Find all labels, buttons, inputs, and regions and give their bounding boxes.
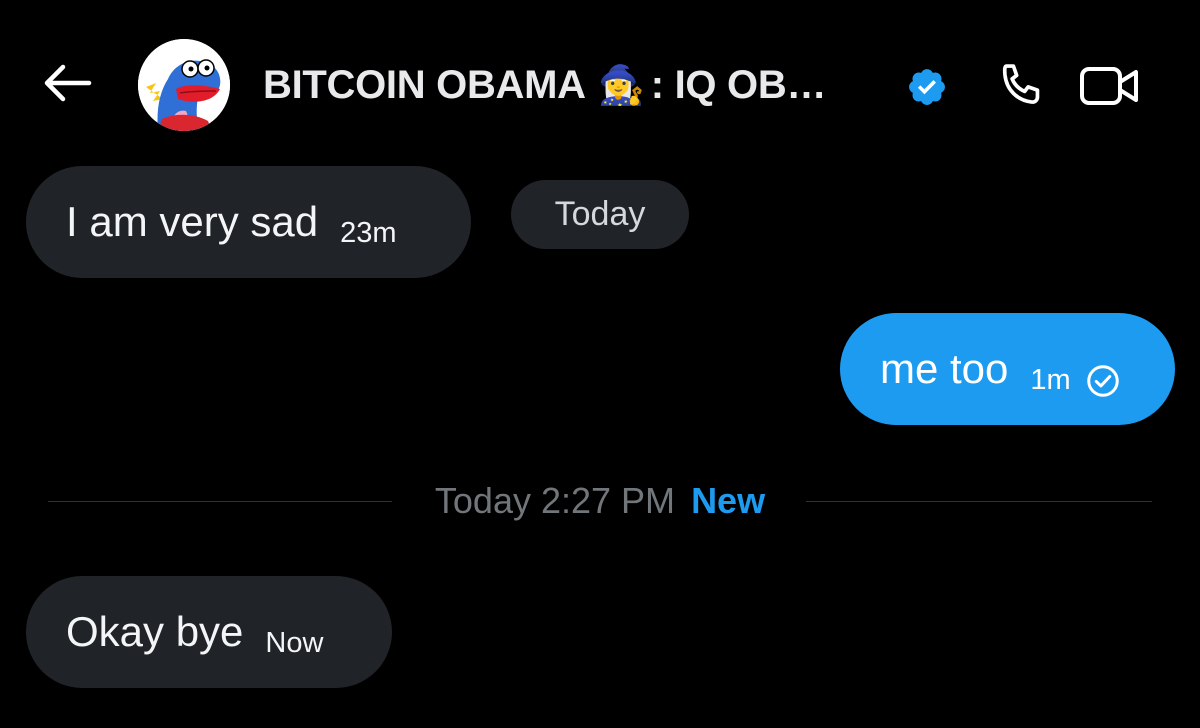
- message-text: Okay bye: [66, 608, 244, 655]
- new-messages-divider: Today 2:27 PM New: [400, 480, 800, 522]
- video-camera-icon: [1080, 67, 1138, 105]
- message-bubble-incoming[interactable]: Okay bye Now: [26, 576, 392, 688]
- message-bubble-incoming[interactable]: I am very sad 23m: [26, 166, 471, 278]
- message-text: me too: [880, 345, 1009, 392]
- message-text: I am very sad: [66, 198, 319, 245]
- verified-badge-icon: [909, 69, 945, 105]
- back-arrow-icon: [44, 64, 92, 102]
- back-button[interactable]: [36, 56, 98, 110]
- avatar[interactable]: [138, 39, 230, 131]
- title-suffix: : IQ OB…: [650, 62, 827, 107]
- message-time: 23m: [340, 216, 397, 249]
- video-call-button[interactable]: [1076, 58, 1144, 114]
- phone-icon: [1002, 64, 1040, 104]
- conversation-title[interactable]: BITCOIN OBAMA 🧙‍♀️ : IQ OB…: [263, 60, 826, 110]
- divider-timestamp: Today 2:27 PM: [434, 480, 676, 521]
- avatar-image: [138, 39, 230, 131]
- message-time: 1m: [1030, 363, 1071, 396]
- message-bubble-outgoing[interactable]: me too 1m: [840, 313, 1175, 425]
- new-label: New: [691, 480, 766, 521]
- date-pill: Today: [511, 180, 689, 249]
- read-check-icon: [1086, 365, 1119, 397]
- message-time: Now: [265, 626, 324, 659]
- call-button[interactable]: [992, 58, 1050, 114]
- conversation-header: BITCOIN OBAMA 🧙‍♀️ : IQ OB…: [0, 0, 1200, 168]
- divider-line-right: [806, 501, 1152, 502]
- divider-line-left: [48, 501, 392, 502]
- wizard-emoji-icon: 🧙‍♀️: [597, 62, 645, 107]
- title-name: BITCOIN OBAMA: [263, 62, 586, 107]
